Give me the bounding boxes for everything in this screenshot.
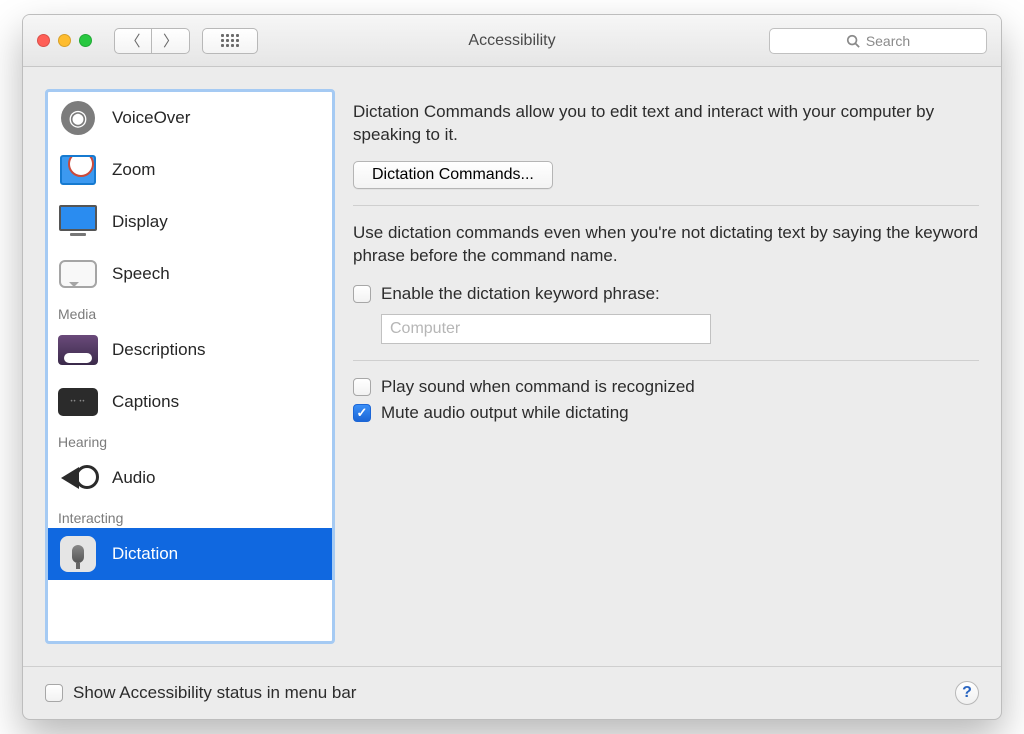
footer-bar: Show Accessibility status in menu bar ? bbox=[23, 666, 1001, 719]
dictation-commands-button[interactable]: Dictation Commands... bbox=[353, 161, 553, 189]
search-icon bbox=[846, 34, 860, 48]
detail-pane: Dictation Commands allow you to edit tex… bbox=[353, 89, 979, 644]
forward-button[interactable]: 〉 bbox=[152, 28, 190, 54]
sidebar-section-media: Media bbox=[48, 300, 332, 324]
preferences-window: 〈 〉 Accessibility Search ◉ VoiceOver Zoo… bbox=[22, 14, 1002, 720]
search-placeholder: Search bbox=[866, 33, 910, 49]
sidebar-item-display[interactable]: Display bbox=[48, 196, 332, 248]
divider bbox=[353, 360, 979, 361]
sidebar-item-label: Speech bbox=[112, 264, 170, 284]
display-icon bbox=[56, 203, 100, 241]
sidebar-section-hearing: Hearing bbox=[48, 428, 332, 452]
mute-audio-checkbox-row[interactable]: Mute audio output while dictating bbox=[353, 403, 979, 423]
search-field[interactable]: Search bbox=[769, 28, 987, 54]
show-status-label: Show Accessibility status in menu bar bbox=[73, 683, 356, 703]
sidebar-item-label: Descriptions bbox=[112, 340, 206, 360]
zoom-icon bbox=[56, 151, 100, 189]
keyword-intro-text: Use dictation commands even when you're … bbox=[353, 222, 979, 268]
sidebar-item-label: Audio bbox=[112, 468, 155, 488]
window-controls bbox=[37, 34, 92, 47]
checkbox-unchecked-icon bbox=[353, 285, 371, 303]
sidebar-item-dictation[interactable]: Dictation bbox=[48, 528, 332, 580]
zoom-window-button[interactable] bbox=[79, 34, 92, 47]
sidebar-item-audio[interactable]: Audio bbox=[48, 452, 332, 504]
descriptions-icon bbox=[56, 331, 100, 369]
minimize-window-button[interactable] bbox=[58, 34, 71, 47]
content-area: ◉ VoiceOver Zoom Display Speech Media De… bbox=[23, 67, 1001, 666]
keyword-phrase-value: Computer bbox=[390, 320, 460, 338]
show-all-button[interactable] bbox=[202, 28, 258, 54]
sidebar-item-label: Dictation bbox=[112, 544, 178, 564]
microphone-icon bbox=[56, 535, 100, 573]
sidebar-item-speech[interactable]: Speech bbox=[48, 248, 332, 300]
checkbox-checked-icon bbox=[353, 404, 371, 422]
checkbox-unchecked-icon bbox=[45, 684, 63, 702]
sidebar-item-captions[interactable]: •• •• Captions bbox=[48, 376, 332, 428]
intro-text: Dictation Commands allow you to edit tex… bbox=[353, 101, 979, 147]
sidebar-section-interacting: Interacting bbox=[48, 504, 332, 528]
help-button[interactable]: ? bbox=[955, 681, 979, 705]
sidebar-item-label: Display bbox=[112, 212, 168, 232]
sidebar-item-label: Zoom bbox=[112, 160, 155, 180]
mute-audio-label: Mute audio output while dictating bbox=[381, 403, 629, 423]
play-sound-label: Play sound when command is recognized bbox=[381, 377, 695, 397]
keyword-phrase-input[interactable]: Computer bbox=[381, 314, 711, 344]
sidebar-item-descriptions[interactable]: Descriptions bbox=[48, 324, 332, 376]
checkbox-unchecked-icon bbox=[353, 378, 371, 396]
sidebar-item-voiceover[interactable]: ◉ VoiceOver bbox=[48, 92, 332, 144]
close-window-button[interactable] bbox=[37, 34, 50, 47]
sidebar-item-zoom[interactable]: Zoom bbox=[48, 144, 332, 196]
enable-keyword-label: Enable the dictation keyword phrase: bbox=[381, 284, 660, 304]
show-status-checkbox-row[interactable]: Show Accessibility status in menu bar bbox=[45, 683, 356, 703]
category-sidebar[interactable]: ◉ VoiceOver Zoom Display Speech Media De… bbox=[45, 89, 335, 644]
help-icon: ? bbox=[962, 684, 972, 702]
enable-keyword-checkbox-row[interactable]: Enable the dictation keyword phrase: bbox=[353, 284, 979, 304]
window-title: Accessibility bbox=[468, 32, 555, 50]
titlebar: 〈 〉 Accessibility Search bbox=[23, 15, 1001, 67]
play-sound-checkbox-row[interactable]: Play sound when command is recognized bbox=[353, 377, 979, 397]
captions-icon: •• •• bbox=[56, 383, 100, 421]
back-button[interactable]: 〈 bbox=[114, 28, 152, 54]
voiceover-icon: ◉ bbox=[56, 99, 100, 137]
divider bbox=[353, 205, 979, 206]
sidebar-item-label: VoiceOver bbox=[112, 108, 190, 128]
nav-buttons: 〈 〉 bbox=[114, 28, 190, 54]
speech-icon bbox=[56, 255, 100, 293]
grid-icon bbox=[221, 34, 239, 47]
audio-icon bbox=[56, 459, 100, 497]
sidebar-item-label: Captions bbox=[112, 392, 179, 412]
